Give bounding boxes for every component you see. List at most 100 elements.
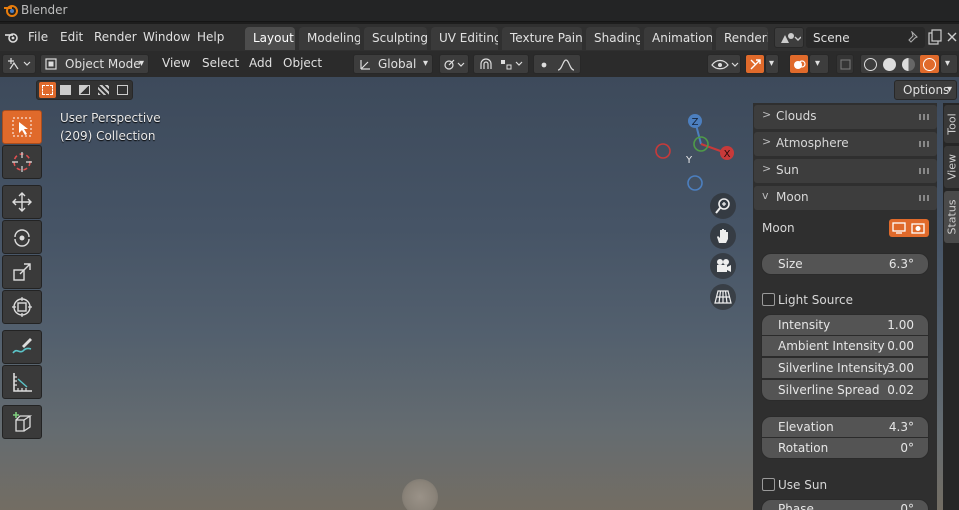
tool-move[interactable] bbox=[2, 185, 42, 219]
header-menu-select[interactable]: Select bbox=[202, 56, 239, 70]
menu-help[interactable]: Help bbox=[197, 30, 224, 44]
tab-texture-paint[interactable]: Texture Paint bbox=[502, 27, 582, 50]
select-box-icon bbox=[42, 85, 53, 95]
rotation-field[interactable]: Rotation 0° bbox=[761, 437, 929, 459]
select-new-button[interactable] bbox=[39, 82, 56, 98]
use-sun-checkbox[interactable] bbox=[762, 478, 775, 491]
moon-size-label: Size bbox=[778, 257, 803, 271]
overlays-toggle[interactable] bbox=[789, 54, 809, 74]
tab-tool[interactable]: Tool bbox=[944, 105, 959, 143]
moon-size-field[interactable]: Size 6.3° bbox=[761, 253, 929, 275]
tool-scale[interactable] bbox=[2, 255, 42, 289]
options-label: Options bbox=[903, 83, 950, 97]
scale-icon bbox=[13, 263, 31, 281]
transform-icon bbox=[12, 297, 32, 317]
intensity-field[interactable]: Intensity 1.00 bbox=[761, 314, 929, 336]
section-moon[interactable]: v Moon bbox=[754, 186, 937, 210]
ambient-intensity-field[interactable]: Ambient Intensity 0.00 bbox=[761, 335, 929, 357]
section-clouds[interactable]: > Clouds bbox=[754, 105, 937, 129]
snap-toggle[interactable] bbox=[473, 54, 529, 74]
pan-button[interactable] bbox=[710, 223, 736, 249]
ortho-toggle-button[interactable] bbox=[710, 284, 736, 310]
mode-dropdown[interactable]: Object Mode ▾ bbox=[40, 54, 149, 74]
phase-field[interactable]: Phase 0° bbox=[761, 499, 929, 510]
tool-cursor[interactable] bbox=[2, 145, 42, 179]
editor-type-button[interactable] bbox=[2, 54, 36, 74]
wireframe-shading-icon[interactable] bbox=[864, 58, 877, 71]
new-scene-icon[interactable] bbox=[928, 29, 942, 45]
scene-name-field[interactable]: Scene bbox=[806, 27, 925, 48]
material-preview-icon[interactable] bbox=[902, 58, 915, 71]
navigation-gizmo[interactable]: Z Y X bbox=[650, 108, 740, 198]
tab-modeling[interactable]: Modeling bbox=[299, 27, 360, 50]
tool-select-box[interactable] bbox=[2, 110, 42, 144]
menu-render[interactable]: Render bbox=[94, 30, 137, 44]
select-extend-icon[interactable] bbox=[60, 85, 71, 95]
drag-grip-icon[interactable] bbox=[919, 195, 931, 201]
header-menu-object[interactable]: Object bbox=[283, 56, 322, 70]
drag-grip-icon[interactable] bbox=[919, 114, 931, 120]
tool-measure[interactable] bbox=[2, 365, 42, 399]
proportional-edit-toggle[interactable] bbox=[533, 54, 581, 74]
tab-status[interactable]: Status bbox=[944, 191, 959, 243]
gizmo-neg-x-axis[interactable] bbox=[655, 143, 671, 159]
tool-annotate[interactable] bbox=[2, 330, 42, 364]
select-intersect-icon[interactable] bbox=[117, 85, 128, 95]
blender-logo-icon bbox=[4, 5, 18, 17]
remove-scene-icon[interactable] bbox=[946, 31, 958, 43]
intensity-label: Intensity bbox=[778, 318, 831, 332]
title-bar: Blender bbox=[0, 0, 959, 22]
gizmo-toggle[interactable] bbox=[745, 54, 765, 74]
header-menu-view[interactable]: View bbox=[162, 56, 190, 70]
drag-grip-icon[interactable] bbox=[919, 168, 931, 174]
camera-view-button[interactable] bbox=[710, 253, 736, 279]
tab-uv-editing[interactable]: UV Editing bbox=[431, 27, 498, 50]
tool-transform[interactable] bbox=[2, 290, 42, 324]
transform-orientation-dropdown[interactable]: Global ▾ bbox=[353, 54, 433, 74]
xray-icon bbox=[840, 59, 851, 70]
menu-file[interactable]: File bbox=[28, 30, 48, 44]
header-menu-add[interactable]: Add bbox=[249, 56, 272, 70]
tab-status-label: Status bbox=[945, 199, 958, 235]
pin-icon[interactable] bbox=[908, 31, 920, 44]
visibility-dropdown[interactable] bbox=[707, 54, 741, 74]
render-camera-icon[interactable] bbox=[911, 222, 925, 234]
drag-grip-icon[interactable] bbox=[919, 141, 931, 147]
chevron-down-icon: ▾ bbox=[945, 58, 951, 69]
rendered-shading-active[interactable] bbox=[920, 55, 939, 73]
overlays-dropdown[interactable]: ▾ bbox=[809, 54, 829, 74]
tab-shading[interactable]: Shading bbox=[586, 27, 640, 50]
solid-shading-icon[interactable] bbox=[883, 58, 896, 71]
tool-add-cube[interactable] bbox=[2, 405, 42, 439]
xray-toggle[interactable] bbox=[836, 54, 854, 74]
gizmo-neg-z-axis[interactable] bbox=[687, 175, 703, 191]
tab-sculpting[interactable]: Sculpting bbox=[364, 27, 427, 50]
pivot-point-dropdown[interactable] bbox=[439, 54, 469, 74]
select-invert-icon[interactable] bbox=[98, 85, 109, 95]
elevation-field[interactable]: Elevation 4.3° bbox=[761, 416, 929, 438]
section-atmosphere[interactable]: > Atmosphere bbox=[754, 132, 937, 156]
scene-name-text: Scene bbox=[813, 31, 850, 45]
top-menu-bar: File Edit Render Window Help Layout Mode… bbox=[0, 24, 959, 51]
gizmo-dropdown[interactable]: ▾ bbox=[765, 54, 779, 74]
menu-window[interactable]: Window bbox=[143, 30, 190, 44]
proportional-falloff-icon bbox=[541, 59, 575, 71]
tab-animation[interactable]: Animation bbox=[644, 27, 712, 50]
tool-rotate[interactable] bbox=[2, 220, 42, 254]
shading-dropdown[interactable]: ▾ bbox=[940, 54, 958, 74]
silverline-intensity-field[interactable]: Silverline Intensity 3.00 bbox=[761, 357, 929, 379]
tab-layout[interactable]: Layout bbox=[245, 27, 295, 50]
monitor-icon[interactable] bbox=[892, 222, 906, 234]
tab-rendering[interactable]: Renderin bbox=[716, 27, 768, 50]
zoom-button[interactable] bbox=[710, 193, 736, 219]
shading-modes[interactable] bbox=[860, 54, 940, 74]
options-dropdown[interactable]: Options ▾ bbox=[894, 80, 957, 100]
menu-edit[interactable]: Edit bbox=[60, 30, 83, 44]
tab-view[interactable]: View bbox=[944, 146, 959, 188]
silverline-spread-field[interactable]: Silverline Spread 0.02 bbox=[761, 379, 929, 401]
blender-menu-icon[interactable] bbox=[4, 30, 20, 44]
select-subtract-icon[interactable] bbox=[79, 85, 90, 95]
section-sun[interactable]: > Sun bbox=[754, 159, 937, 183]
scene-browse-button[interactable] bbox=[774, 27, 804, 48]
light-source-checkbox[interactable] bbox=[762, 293, 775, 306]
